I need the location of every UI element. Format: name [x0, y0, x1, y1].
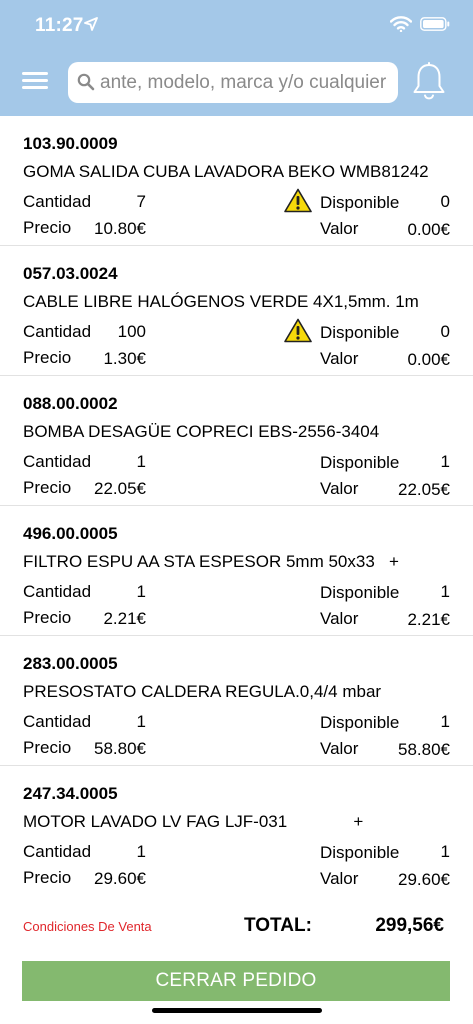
available-value: 0 — [440, 192, 450, 211]
price-value: 10.80€ — [94, 219, 146, 238]
available-value: 1 — [440, 452, 450, 471]
list-item[interactable]: 247.34.0005 MOTOR LAVADO LV FAG LJF-031 … — [0, 766, 473, 896]
order-lines-list: 103.90.0009 GOMA SALIDA CUBA LAVADORA BE… — [0, 116, 473, 896]
price-label: Precio — [23, 608, 72, 627]
price-label: Precio — [23, 218, 72, 237]
total-label: TOTAL: — [244, 915, 312, 936]
price-label: Precio — [23, 478, 72, 497]
search-input[interactable] — [100, 62, 390, 103]
app-header: 11:27 — [0, 0, 473, 116]
available-value: 1 — [440, 582, 450, 601]
price-value: 1.30€ — [103, 349, 146, 368]
quantity-label: Cantidad — [23, 452, 92, 471]
price-value: 58.80€ — [94, 739, 146, 758]
quantity-value[interactable]: 100 — [95, 322, 146, 342]
value-label: Valor — [320, 739, 359, 758]
value-amount: 22.05€ — [398, 480, 450, 499]
price-value: 29.60€ — [94, 869, 146, 888]
search-bar[interactable] — [68, 62, 398, 103]
quantity-value[interactable]: 1 — [95, 712, 146, 732]
item-description: BOMBA DESAGÜE COPRECI EBS-2556-3404 — [23, 422, 380, 441]
price-label: Precio — [23, 738, 72, 757]
available-label: Disponible — [320, 843, 400, 862]
quantity-value[interactable]: 1 — [95, 842, 146, 862]
item-code: 496.00.0005 — [23, 524, 118, 543]
bell-icon[interactable] — [411, 62, 447, 102]
list-item[interactable]: 103.90.0009 GOMA SALIDA CUBA LAVADORA BE… — [0, 116, 473, 246]
quantity-label: Cantidad — [23, 582, 92, 601]
list-item[interactable]: 283.00.0005 PRESOSTATO CALDERA REGULA.0,… — [0, 636, 473, 766]
battery-icon — [420, 17, 450, 31]
item-description: PRESOSTATO CALDERA REGULA.0,4/4 mbar — [23, 682, 382, 701]
value-label: Valor — [320, 219, 359, 238]
item-code: 057.03.0024 — [23, 264, 118, 283]
list-item[interactable]: 088.00.0002 BOMBA DESAGÜE COPRECI EBS-25… — [0, 376, 473, 506]
item-description: GOMA SALIDA CUBA LAVADORA BEKO WMB81242 — [23, 162, 429, 181]
close-order-button[interactable]: CERRAR PEDIDO — [22, 961, 450, 1001]
item-code: 088.00.0002 — [23, 394, 118, 413]
item-code: 247.34.0005 — [23, 784, 118, 803]
value-label: Valor — [320, 869, 359, 888]
quantity-value[interactable]: 1 — [95, 582, 146, 602]
available-value: 1 — [440, 842, 450, 861]
quantity-label: Cantidad — [23, 322, 92, 341]
price-value: 22.05€ — [94, 479, 146, 498]
value-amount: 58.80€ — [398, 740, 450, 759]
item-description: MOTOR LAVADO LV FAG LJF-031 + — [23, 812, 364, 831]
quantity-value[interactable]: 1 — [95, 452, 146, 472]
menu-button[interactable] — [22, 72, 48, 92]
item-code: 283.00.0005 — [23, 654, 118, 673]
quantity-label: Cantidad — [23, 192, 92, 211]
value-amount: 29.60€ — [398, 870, 450, 889]
value-label: Valor — [320, 479, 359, 498]
value-label: Valor — [320, 609, 359, 628]
list-item[interactable]: 496.00.0005 FILTRO ESPU AA STA ESPESOR 5… — [0, 506, 473, 636]
price-value: 2.21€ — [103, 609, 146, 628]
available-value: 1 — [440, 712, 450, 731]
quantity-label: Cantidad — [23, 842, 92, 861]
home-indicator[interactable] — [152, 1008, 322, 1013]
available-label: Disponible — [320, 453, 400, 472]
warning-icon — [284, 188, 312, 213]
wifi-icon — [390, 16, 412, 32]
total-value: 299,56€ — [375, 915, 444, 936]
quantity-label: Cantidad — [23, 712, 92, 731]
value-amount: 2.21€ — [407, 610, 450, 629]
sales-conditions-link[interactable]: Condiciones De Venta — [23, 919, 152, 934]
location-arrow-icon — [84, 17, 98, 31]
available-label: Disponible — [320, 713, 400, 732]
price-label: Precio — [23, 868, 72, 887]
price-label: Precio — [23, 348, 72, 367]
value-amount: 0.00€ — [407, 350, 450, 369]
search-icon — [77, 73, 95, 91]
quantity-value[interactable]: 7 — [95, 192, 146, 212]
available-label: Disponible — [320, 193, 400, 212]
available-label: Disponible — [320, 583, 400, 602]
status-time: 11:27 — [35, 15, 84, 36]
list-item[interactable]: 057.03.0024 CABLE LIBRE HALÓGENOS VERDE … — [0, 246, 473, 376]
value-label: Valor — [320, 349, 359, 368]
available-value: 0 — [440, 322, 450, 341]
item-description: FILTRO ESPU AA STA ESPESOR 5mm 50x33 + — [23, 552, 399, 571]
warning-icon — [284, 318, 312, 343]
value-amount: 0.00€ — [407, 220, 450, 239]
hamburger-icon — [22, 72, 48, 75]
available-label: Disponible — [320, 323, 400, 342]
item-description: CABLE LIBRE HALÓGENOS VERDE 4X1,5mm. 1m — [23, 292, 419, 311]
item-code: 103.90.0009 — [23, 134, 118, 153]
